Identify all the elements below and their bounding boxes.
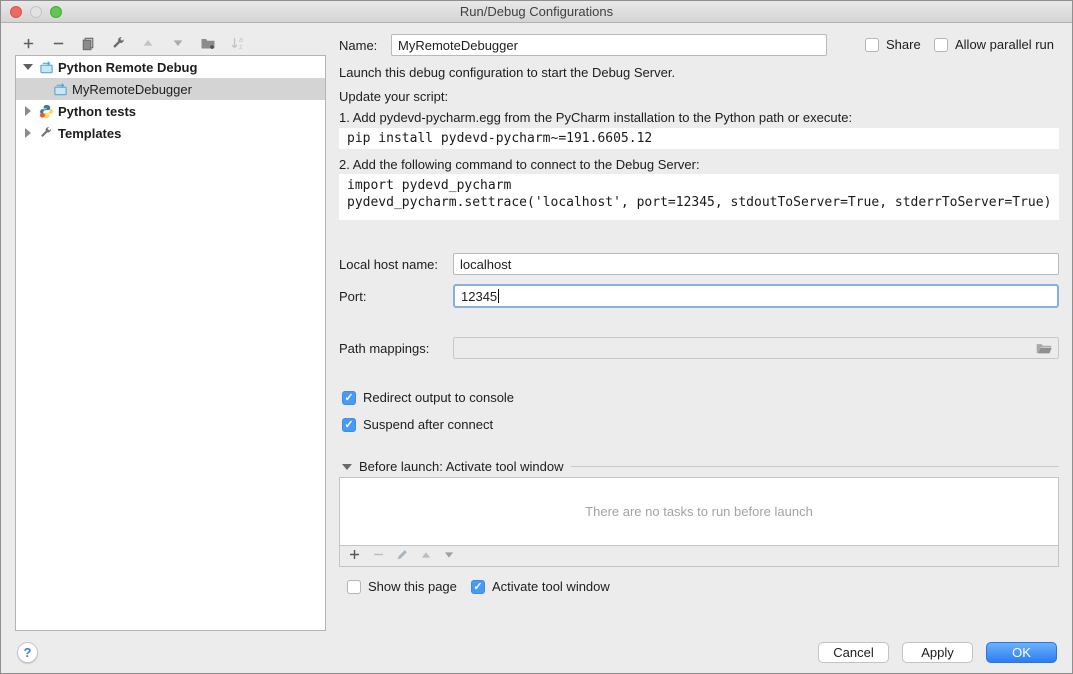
before-launch-toolbar [339,546,1059,567]
tree-item-label: Templates [58,126,121,141]
port-input[interactable]: 12345 [453,284,1059,308]
activate-tool-window-checkbox-box[interactable]: ✓ [471,580,485,594]
new-folder-icon[interactable] [199,34,217,52]
suspend-label: Suspend after connect [363,417,493,432]
before-launch-title: Before launch: Activate tool window [359,459,564,474]
traffic-lights [10,6,62,18]
svg-text:a: a [239,37,243,44]
apply-button[interactable]: Apply [902,642,973,663]
step2-text: 2. Add the following command to connect … [339,157,700,172]
move-up-icon [139,34,157,52]
remove-configuration-icon[interactable] [49,34,67,52]
move-task-up-icon [420,549,432,564]
port-label: Port: [339,289,366,304]
name-label: Name: [339,38,377,53]
redirect-output-checkbox[interactable]: ✓ Redirect output to console [342,390,514,405]
show-page-checkbox-box[interactable]: ✓ [347,580,361,594]
intro-text: Launch this debug configuration to start… [339,65,675,80]
step1-text: 1. Add pydevd-pycharm.egg from the PyCha… [339,110,852,125]
titlebar: Run/Debug Configurations [1,1,1072,23]
show-page-label: Show this page [368,579,457,594]
update-script-text: Update your script: [339,89,448,104]
tree-item-myremotedebugger[interactable]: MyRemoteDebugger [16,78,325,100]
sort-alphabetically-icon: az [229,34,247,52]
tree-item-label: Python tests [58,104,136,119]
name-input[interactable]: MyRemoteDebugger [391,34,827,56]
chevron-down-icon[interactable] [22,61,34,73]
help-button[interactable]: ? [17,642,38,663]
local-host-label: Local host name: [339,257,438,272]
tree-item-python-remote-debug[interactable]: Python Remote Debug [16,56,325,78]
settrace-code: import pydevd_pycharm pydevd_pycharm.set… [339,174,1059,220]
add-configuration-icon[interactable] [19,34,37,52]
wrench-icon [38,125,54,141]
remote-debug-icon [52,81,68,97]
tree-item-templates[interactable]: Templates [16,122,325,144]
share-checkbox[interactable]: ✓ Share [865,37,921,52]
ok-button[interactable]: OK [986,642,1057,663]
edit-task-icon [396,548,409,564]
share-checkbox-box[interactable]: ✓ [865,38,879,52]
allow-parallel-checkbox-box[interactable]: ✓ [934,38,948,52]
redirect-output-checkbox-box[interactable]: ✓ [342,391,356,405]
tree-item-label: MyRemoteDebugger [72,82,192,97]
minimize-button [30,6,42,18]
configurations-tree: Python Remote Debug MyRemoteDebugger Pyt… [15,55,326,631]
add-task-icon[interactable] [348,548,361,564]
suspend-checkbox-box[interactable]: ✓ [342,418,356,432]
move-down-icon [169,34,187,52]
python-tests-icon [38,103,54,119]
dialog-actions: Cancel Apply OK [818,642,1057,663]
suspend-after-connect-checkbox[interactable]: ✓ Suspend after connect [342,417,493,432]
local-host-input[interactable]: localhost [453,253,1059,275]
allow-parallel-run-checkbox[interactable]: ✓ Allow parallel run [934,37,1054,52]
text-cursor [498,289,499,303]
before-launch-tasks-panel: There are no tasks to run before launch [339,477,1059,546]
edit-defaults-icon[interactable] [109,34,127,52]
collapse-icon[interactable] [342,464,352,470]
window-title: Run/Debug Configurations [460,4,613,19]
path-mappings-label: Path mappings: [339,341,429,356]
remote-debug-icon [38,59,54,75]
close-button[interactable] [10,6,22,18]
redirect-output-label: Redirect output to console [363,390,514,405]
share-label: Share [886,37,921,52]
copy-configuration-icon[interactable] [79,34,97,52]
show-this-page-checkbox[interactable]: ✓ Show this page [347,579,457,594]
section-divider [571,466,1059,467]
zoom-button[interactable] [50,6,62,18]
move-task-down-icon [443,549,455,564]
svg-text:z: z [239,44,243,51]
tree-item-label: Python Remote Debug [58,60,197,75]
pip-command-code: pip install pydevd-pycharm~=191.6605.12 [339,128,1059,149]
cancel-button[interactable]: Cancel [818,642,889,663]
no-tasks-text: There are no tasks to run before launch [585,504,813,519]
chevron-right-icon[interactable] [22,127,34,139]
tree-item-python-tests[interactable]: Python tests [16,100,325,122]
allow-parallel-label: Allow parallel run [955,37,1054,52]
path-mappings-input [453,337,1059,359]
remove-task-icon [372,548,385,564]
chevron-right-icon[interactable] [22,105,34,117]
run-debug-configurations-dialog: Run/Debug Configurations az [0,0,1073,674]
before-launch-header: Before launch: Activate tool window [342,459,1059,474]
browse-folder-icon[interactable] [1035,339,1053,360]
configurations-toolbar: az [19,32,247,54]
activate-tool-window-checkbox[interactable]: ✓ Activate tool window [471,579,610,594]
activate-tool-window-label: Activate tool window [492,579,610,594]
